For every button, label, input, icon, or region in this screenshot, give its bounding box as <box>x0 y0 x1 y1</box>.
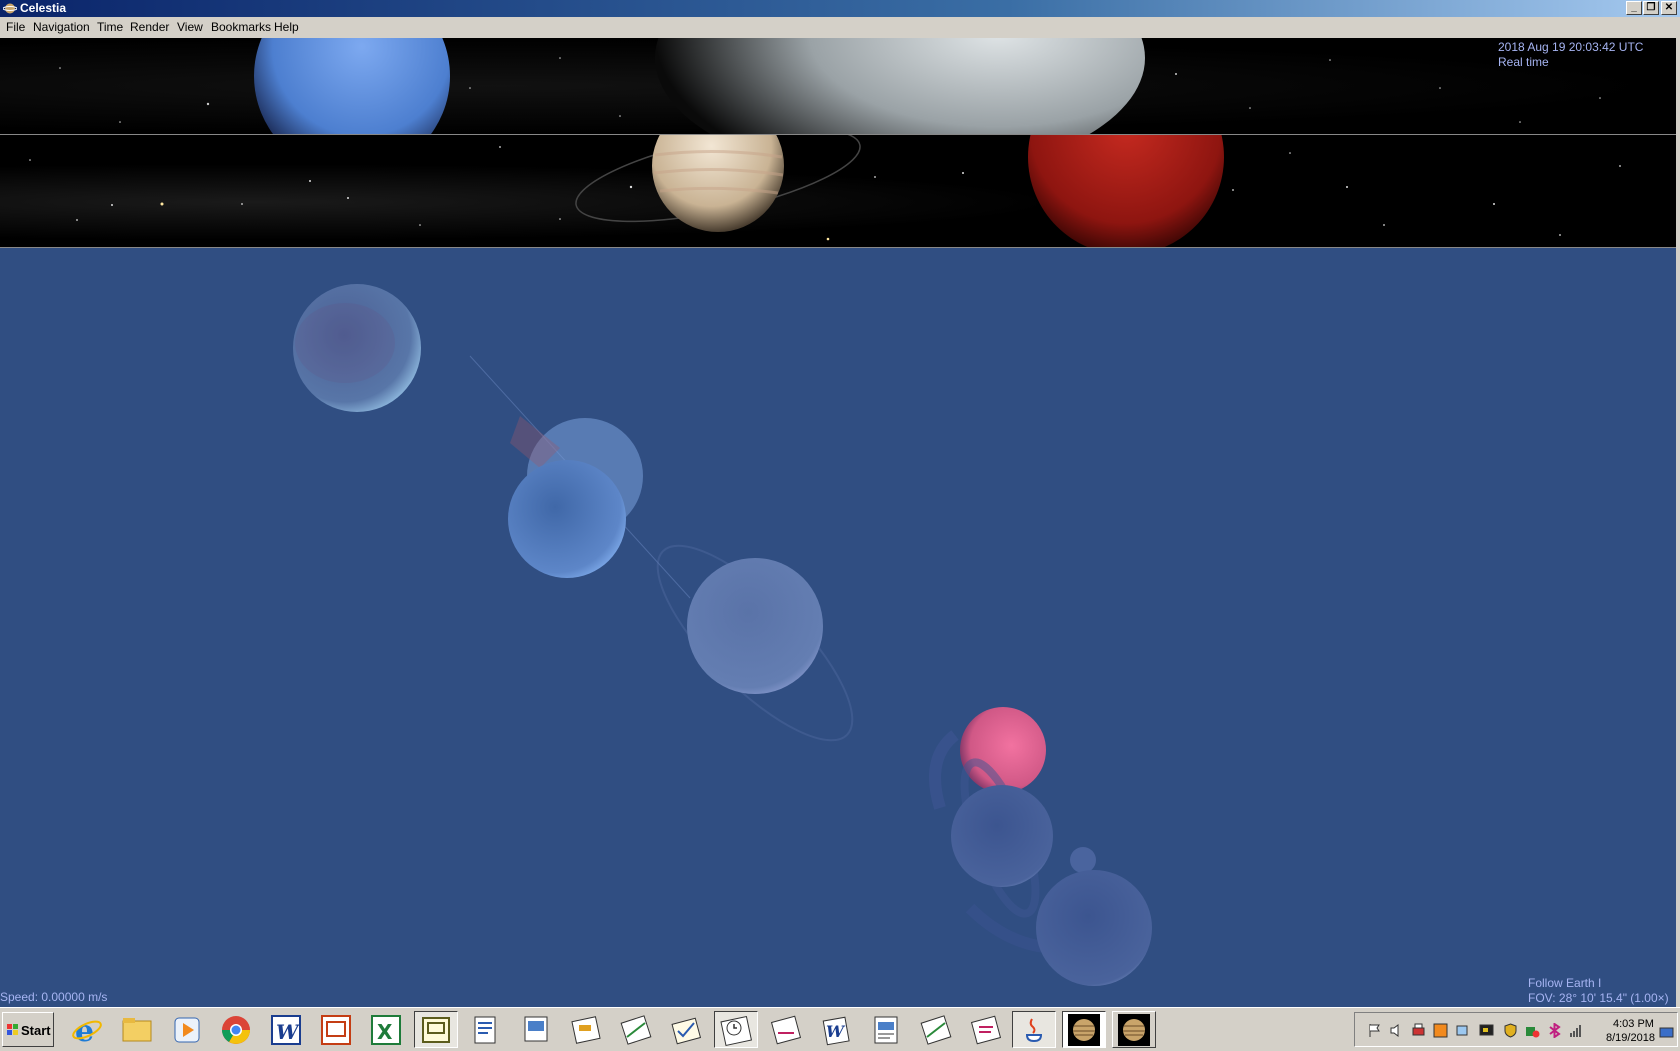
speed-label: Speed: 0.00000 m/s <box>0 990 108 1004</box>
java-icon <box>1025 1018 1043 1043</box>
system-tray: 4:03 PM 8/19/2018 <box>1354 1012 1678 1047</box>
starfield-top <box>59 38 1601 134</box>
volume-icon[interactable] <box>1389 1023 1404 1038</box>
shield-icon[interactable] <box>1503 1023 1518 1038</box>
document-icon-1[interactable] <box>469 1013 503 1047</box>
planet-pink[interactable] <box>960 707 1046 793</box>
menu-time[interactable]: Time <box>97 20 123 34</box>
menu-file[interactable]: File <box>6 20 25 34</box>
planet-neptune[interactable] <box>254 38 450 134</box>
signal-icon[interactable] <box>1569 1023 1584 1038</box>
close-button[interactable]: ✕ <box>1661 1 1677 15</box>
show-desktop-icon[interactable] <box>1659 1025 1674 1040</box>
document-icon-8[interactable] <box>919 1013 953 1047</box>
planet-blue-2[interactable] <box>508 460 626 578</box>
view-pane-middle[interactable] <box>0 135 1676 248</box>
publisher-icon <box>422 1017 450 1043</box>
start-label: Start <box>21 1023 51 1038</box>
starfield-middle <box>29 135 1621 247</box>
svg-text:e: e <box>75 1014 94 1047</box>
planet-jupiter[interactable] <box>652 135 784 232</box>
svg-text:X: X <box>377 1020 393 1044</box>
app-tray-icon[interactable] <box>1433 1023 1448 1038</box>
java-button[interactable] <box>1012 1011 1056 1048</box>
flag-icon[interactable] <box>1367 1023 1382 1038</box>
planet-blue-3[interactable] <box>687 558 823 694</box>
celestia-window-2[interactable] <box>1112 1011 1156 1048</box>
document-icon-4[interactable] <box>619 1013 653 1047</box>
document-icon-2[interactable] <box>519 1013 553 1047</box>
clock-date[interactable]: 8/19/2018 <box>1606 1032 1655 1044</box>
network-icon[interactable] <box>1455 1023 1470 1038</box>
document-icon-9[interactable] <box>969 1013 1003 1047</box>
menu-bookmarks[interactable]: Bookmarks <box>211 20 271 34</box>
taskbar: Start e W X W 4:03 PM 8/19/2018 <box>0 1007 1680 1051</box>
publisher-button[interactable] <box>414 1011 458 1048</box>
menu-navigation[interactable]: Navigation <box>33 20 90 34</box>
planets-scene <box>293 284 1152 986</box>
monitor-icon[interactable] <box>1479 1023 1494 1038</box>
view-pane-top[interactable]: 2018 Aug 19 20:03:42 UTC Real time <box>0 38 1676 135</box>
celestia-icon-1 <box>1068 1014 1100 1046</box>
printer-icon[interactable] <box>1411 1023 1426 1038</box>
internet-explorer-icon[interactable]: e <box>70 1013 104 1047</box>
time-mode-label: Real time <box>1498 55 1549 69</box>
celestia-app-icon <box>3 3 17 14</box>
menu-bar: File Navigation Time Render View Bookmar… <box>0 17 1680 39</box>
file-explorer-icon[interactable] <box>120 1013 154 1047</box>
planet-blue-4[interactable] <box>951 785 1053 887</box>
security-icon[interactable] <box>1525 1023 1540 1038</box>
planet-red[interactable] <box>1028 135 1224 247</box>
media-player-icon[interactable] <box>170 1013 204 1047</box>
moon-small[interactable] <box>1070 847 1096 873</box>
clock-time[interactable]: 4:03 PM <box>1613 1018 1654 1030</box>
clock-document-button[interactable] <box>714 1011 758 1048</box>
restore-button[interactable]: ❐ <box>1643 1 1659 15</box>
celestia-icon-2 <box>1118 1014 1150 1046</box>
fov-label: FOV: 28° 10' 15.4" (1.00×) <box>1528 991 1669 1005</box>
window-right-border <box>1676 38 1680 1007</box>
planet-blue-5[interactable] <box>1036 870 1152 986</box>
datetime-label: 2018 Aug 19 20:03:42 UTC <box>1498 40 1644 54</box>
menu-view[interactable]: View <box>177 20 203 34</box>
svg-text:W: W <box>826 1022 846 1041</box>
document-icon-7[interactable] <box>869 1013 903 1047</box>
document-icon-5[interactable] <box>669 1013 703 1047</box>
chrome-icon[interactable] <box>219 1013 253 1047</box>
planet-large-pale[interactable] <box>655 38 1145 134</box>
clock-document-icon <box>720 1015 753 1047</box>
window-title: Celestia <box>20 1 67 15</box>
word-icon[interactable]: W <box>269 1013 303 1047</box>
powerpoint-icon[interactable] <box>319 1013 353 1047</box>
svg-text:W: W <box>276 1020 301 1044</box>
menu-render[interactable]: Render <box>130 20 169 34</box>
windows-flag-icon <box>7 1024 18 1035</box>
bluetooth-icon[interactable] <box>1547 1023 1562 1038</box>
document-icon-6[interactable] <box>769 1013 803 1047</box>
excel-icon[interactable]: X <box>369 1013 403 1047</box>
document-icon-3[interactable] <box>569 1013 603 1047</box>
menu-help[interactable]: Help <box>274 20 299 34</box>
title-bar: Celestia _ ❐ ✕ <box>0 0 1680 17</box>
word-document-icon[interactable]: W <box>819 1013 853 1047</box>
view-pane-main[interactable]: Speed: 0.00000 m/s Follow Earth I FOV: 2… <box>0 248 1676 1007</box>
minimize-button[interactable]: _ <box>1626 1 1642 15</box>
follow-label: Follow Earth I <box>1528 976 1602 990</box>
start-button[interactable]: Start <box>2 1012 54 1047</box>
celestia-window-1[interactable] <box>1062 1011 1106 1048</box>
